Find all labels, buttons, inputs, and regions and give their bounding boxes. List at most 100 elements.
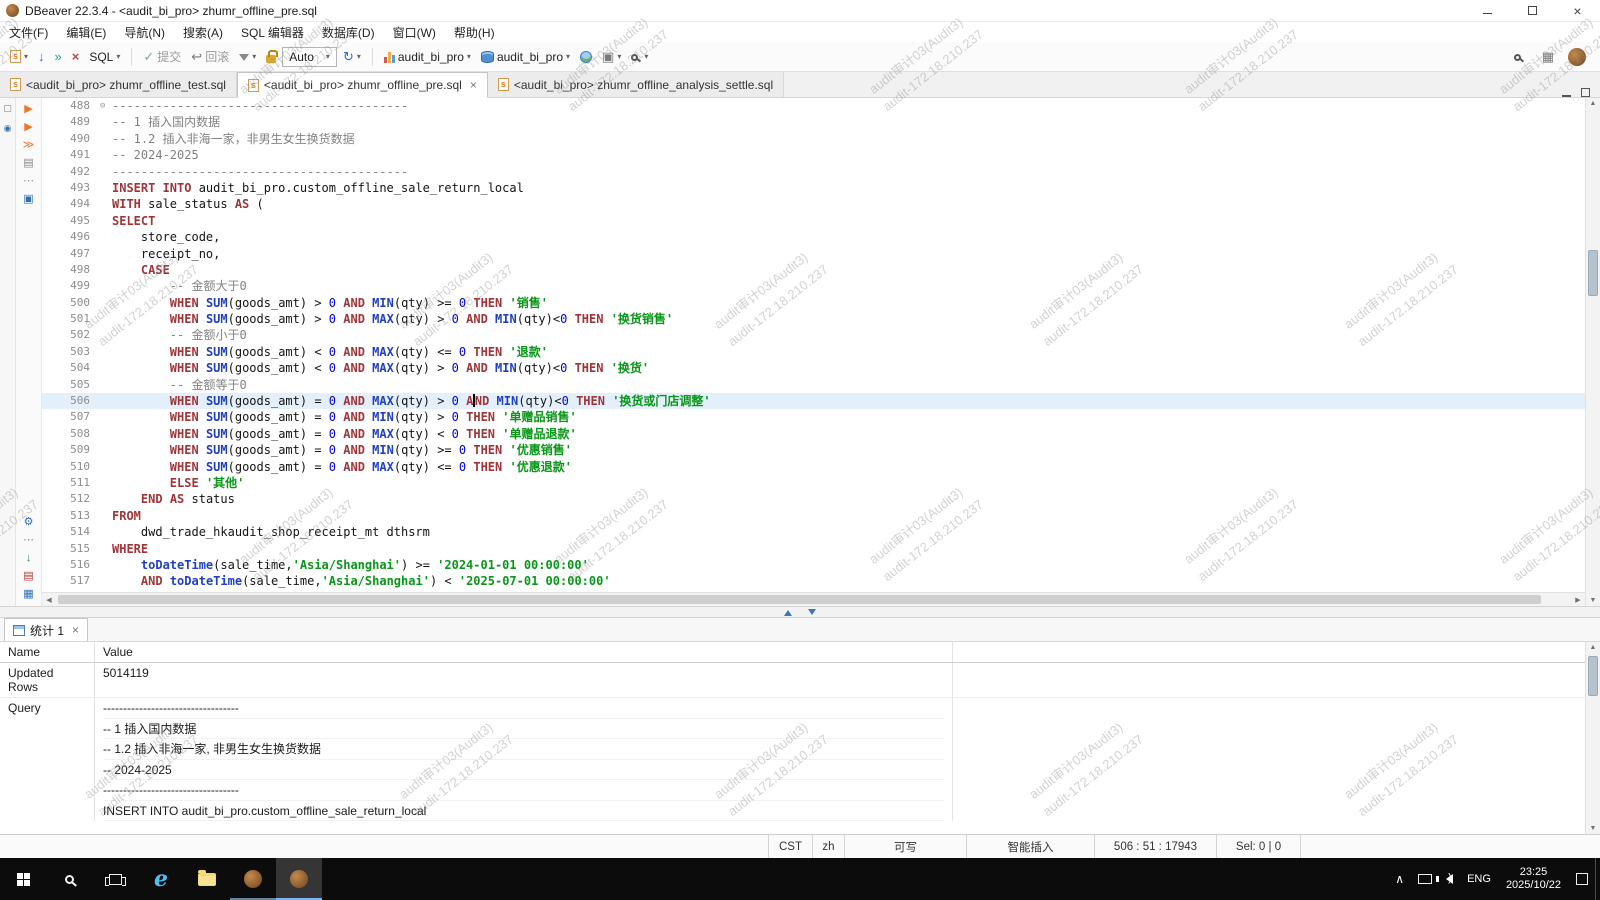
column-header-value[interactable]: Value [95,642,953,662]
open-perspective-button[interactable]: ▦ [1538,48,1558,65]
database-navigator-icon[interactable]: ◉ [4,123,12,134]
fold-marker-icon[interactable]: ⊖ [100,98,112,114]
collapse-down-icon[interactable] [808,609,816,619]
dbeaver-taskbar-button[interactable] [230,858,276,900]
menu-search[interactable]: 搜索(A) [174,22,232,42]
statistics-scrollbar[interactable]: ▲ ▼ [1585,642,1600,834]
vertical-scrollbar[interactable]: ▲ ▼ [1585,98,1600,606]
close-tab-icon[interactable]: × [72,624,79,636]
code-line-489[interactable]: 489-- 1 插入国内数据 [42,114,1585,130]
close-button[interactable]: × [1555,0,1600,21]
maximize-editor-icon[interactable] [1581,88,1590,97]
maximize-button[interactable] [1510,0,1555,21]
tray-display-button[interactable] [1411,858,1439,900]
code-line-516[interactable]: 516 toDateTime(sale_time,'Asia/Shanghai'… [42,557,1585,573]
execute-new-tab-icon[interactable]: ▶ [24,122,32,133]
code-line-502[interactable]: 502 -- 金额小于0 [42,327,1585,343]
code-line-501[interactable]: 501 WHEN SUM(goods_amt) > 0 AND MAX(qty)… [42,311,1585,327]
lock-button[interactable] [262,48,280,65]
code-line-493[interactable]: 493INSERT INTO audit_bi_pro.custom_offli… [42,180,1585,196]
window-nav-button[interactable]: ▣ ▾ [598,48,625,65]
horizontal-scrollbar[interactable]: ◀ ▶ [42,592,1585,606]
sql-menu-button[interactable]: SQL ▾ [85,48,124,66]
grid-view-icon[interactable]: ▦ [23,589,33,600]
scroll-right-icon[interactable]: ▶ [1571,596,1585,604]
action-center-button[interactable] [1569,858,1595,900]
menu-navigate[interactable]: 导航(N) [115,22,174,42]
code-line-496[interactable]: 496 store_code, [42,229,1585,245]
restore-panel-icon[interactable]: ▢ [3,103,12,114]
execute-statement-icon[interactable]: ▶ [24,104,32,115]
start-button[interactable] [0,858,46,900]
export-data-icon[interactable]: ↓ [26,553,32,564]
code-line-500[interactable]: 500 WHEN SUM(goods_amt) > 0 AND MIN(qty)… [42,295,1585,311]
language-indicator[interactable]: ENG [1460,858,1498,900]
tab-zhumr-offline-analysis-settle[interactable]: <audit_bi_pro> zhumr_offline_analysis_se… [488,72,784,97]
close-tab-icon[interactable]: × [470,79,477,91]
code-line-492[interactable]: 492-------------------------------------… [42,164,1585,180]
tab-zhumr-offline-pre[interactable]: <audit_bi_pro> zhumr_offline_pre.sql × [237,72,488,98]
panel-splitter[interactable] [0,606,1600,618]
code-line-503[interactable]: 503 WHEN SUM(goods_amt) < 0 AND MAX(qty)… [42,344,1585,360]
metadata-search-button[interactable]: ▾ [627,50,652,63]
scroll-left-icon[interactable]: ◀ [42,596,56,604]
save-file-icon[interactable]: ▤ [23,571,33,582]
menu-database[interactable]: 数据库(D) [313,22,384,42]
code-line-509[interactable]: 509 WHEN SUM(goods_amt) = 0 AND MIN(qty)… [42,442,1585,458]
status-caret-position[interactable]: 506 : 51 : 17943 [1094,835,1216,858]
code-line-506[interactable]: 506 WHEN SUM(goods_amt) = 0 AND MAX(qty)… [42,393,1585,409]
status-selection[interactable]: Sel: 0 | 0 [1216,835,1300,858]
status-insert-mode[interactable]: 智能插入 [966,835,1094,858]
execute-script-button[interactable]: » [51,48,66,65]
tab-zhumr-offline-test[interactable]: <audit_bi_pro> zhumr_offline_test.sql [0,72,237,97]
settings-gear-icon[interactable]: ⚙ [24,517,34,528]
hscroll-track[interactable] [56,593,1571,606]
schema-selector[interactable]: audit_bi_pro ▾ [477,48,574,66]
show-desktop-button[interactable] [1595,858,1600,900]
status-writable[interactable]: 可写 [844,835,966,858]
new-sql-editor-button[interactable]: ▾ [6,48,32,65]
vscroll-thumb[interactable] [1588,250,1598,296]
table-row[interactable]: Updated Rows 5014119 [0,663,1585,698]
quick-search-button[interactable] [1510,50,1528,63]
explain-plan-icon[interactable]: ▤ [23,158,33,169]
internet-explorer-button[interactable]: e [138,858,184,900]
code-line-511[interactable]: 511 ELSE '其他' [42,475,1585,491]
status-language[interactable]: zh [812,835,844,858]
code-line-490[interactable]: 490-- 1.2 插入非海一家，非男生女生换货数据 [42,131,1585,147]
code-line-512[interactable]: 512 END AS status [42,491,1585,507]
sql-console-icon[interactable]: ▣ [23,194,33,205]
execute-script-icon[interactable]: ≫ [23,140,35,151]
code-line-513[interactable]: 513FROM [42,508,1585,524]
collapse-up-icon[interactable] [784,606,792,616]
column-header-name[interactable]: Name [0,642,95,662]
code-line-497[interactable]: 497 receipt_no, [42,246,1585,262]
task-view-button[interactable] [92,858,138,900]
vscroll-thumb[interactable] [1588,656,1598,696]
code-line-510[interactable]: 510 WHEN SUM(goods_amt) = 0 AND MAX(qty)… [42,459,1585,475]
tray-expand-button[interactable]: ∧ [1388,858,1411,900]
code-line-507[interactable]: 507 WHEN SUM(goods_amt) = 0 AND MIN(qty)… [42,409,1585,425]
code-line-508[interactable]: 508 WHEN SUM(goods_amt) = 0 AND MAX(qty)… [42,426,1585,442]
code-line-499[interactable]: 499 -- 金额大于0 [42,278,1585,294]
hscroll-thumb[interactable] [58,595,1541,604]
scroll-up-icon[interactable]: ▲ [1586,644,1600,651]
status-timezone[interactable]: CST [768,835,812,858]
menu-sql-editor[interactable]: SQL 编辑器 [232,22,313,42]
menu-edit[interactable]: 编辑(E) [57,22,115,42]
network-button[interactable] [576,49,596,65]
minimize-editor-icon[interactable] [1562,89,1571,97]
taskbar-clock[interactable]: 23:25 2025/10/22 [1498,866,1569,892]
file-explorer-button[interactable] [184,858,230,900]
scroll-up-icon[interactable]: ▲ [1586,100,1600,107]
menu-window[interactable]: 窗口(W) [384,22,445,42]
tray-volume-button[interactable] [1439,858,1460,900]
autocommit-combo[interactable]: Auto ▾ [282,47,337,67]
code-line-498[interactable]: 498 CASE [42,262,1585,278]
menu-file[interactable]: 文件(F) [0,22,57,42]
connection-selector[interactable]: audit_bi_pro ▾ [380,48,475,66]
more-actions-icon[interactable]: ⋯ [23,535,34,546]
scroll-down-icon[interactable]: ▼ [1586,597,1600,604]
dbeaver-logo-icon[interactable] [1568,48,1586,66]
rollback-button[interactable]: ↩ 回滚 [187,46,233,67]
